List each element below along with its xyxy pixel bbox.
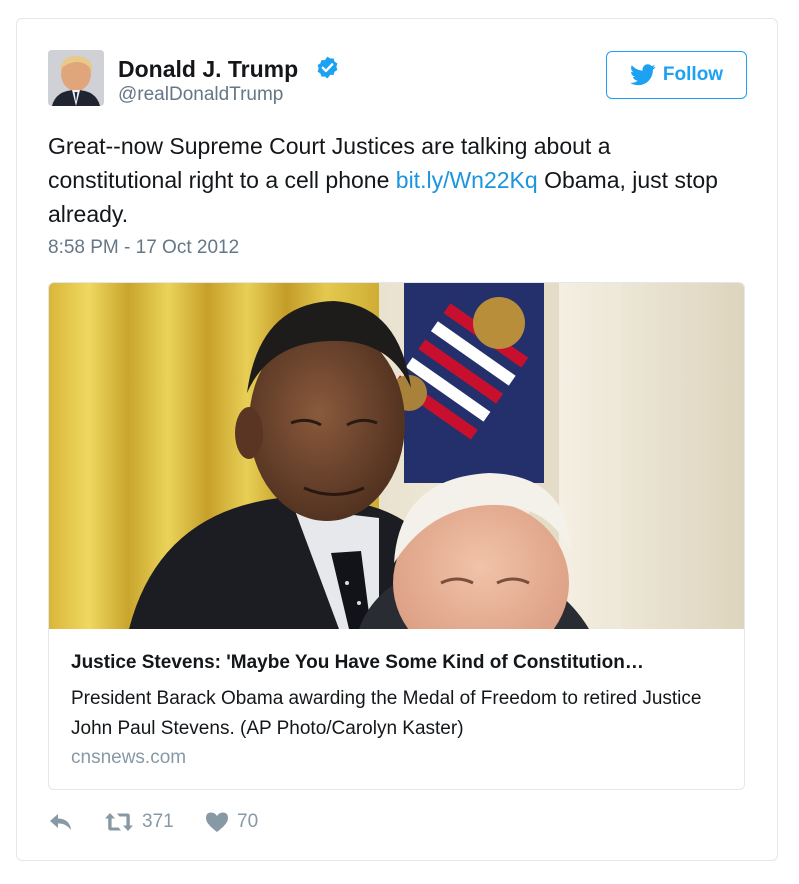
reply-icon xyxy=(50,814,71,830)
tweet-link[interactable]: bit.ly/Wn22Kq xyxy=(396,167,538,193)
verified-badge-icon xyxy=(317,56,338,79)
twitter-bird-icon xyxy=(629,64,656,86)
avatar[interactable] xyxy=(48,50,104,106)
follow-button-label: Follow xyxy=(662,64,724,85)
avatar-portrait xyxy=(48,50,104,106)
link-preview-card[interactable]: Justice Stevens: 'Maybe You Have Some Ki… xyxy=(48,282,745,790)
retweet-icon xyxy=(105,813,133,831)
author-name[interactable]: Donald J. Trump xyxy=(118,56,298,83)
tweet-card: Donald J. Trump @realDonaldTrump Follow … xyxy=(16,18,778,861)
card-description: President Barack Obama awarding the Meda… xyxy=(71,688,702,739)
heart-icon xyxy=(206,812,228,832)
tweet-timestamp[interactable]: 8:58 PM - 17 Oct 2012 xyxy=(48,237,239,259)
tweet-text: Great--now Supreme Court Justices are ta… xyxy=(48,129,738,231)
author-handle[interactable]: @realDonaldTrump xyxy=(118,84,283,106)
card-photo xyxy=(49,283,744,629)
like-count: 70 xyxy=(237,811,259,832)
card-title: Justice Stevens: 'Maybe You Have Some Ki… xyxy=(71,652,644,673)
follow-button[interactable]: Follow xyxy=(606,51,747,99)
reply-button[interactable] xyxy=(48,811,74,833)
card-domain: cnsnews.com xyxy=(71,747,187,768)
retweet-button[interactable]: 371 xyxy=(104,811,174,833)
retweet-count: 371 xyxy=(142,811,174,832)
like-button[interactable]: 70 xyxy=(205,811,258,833)
